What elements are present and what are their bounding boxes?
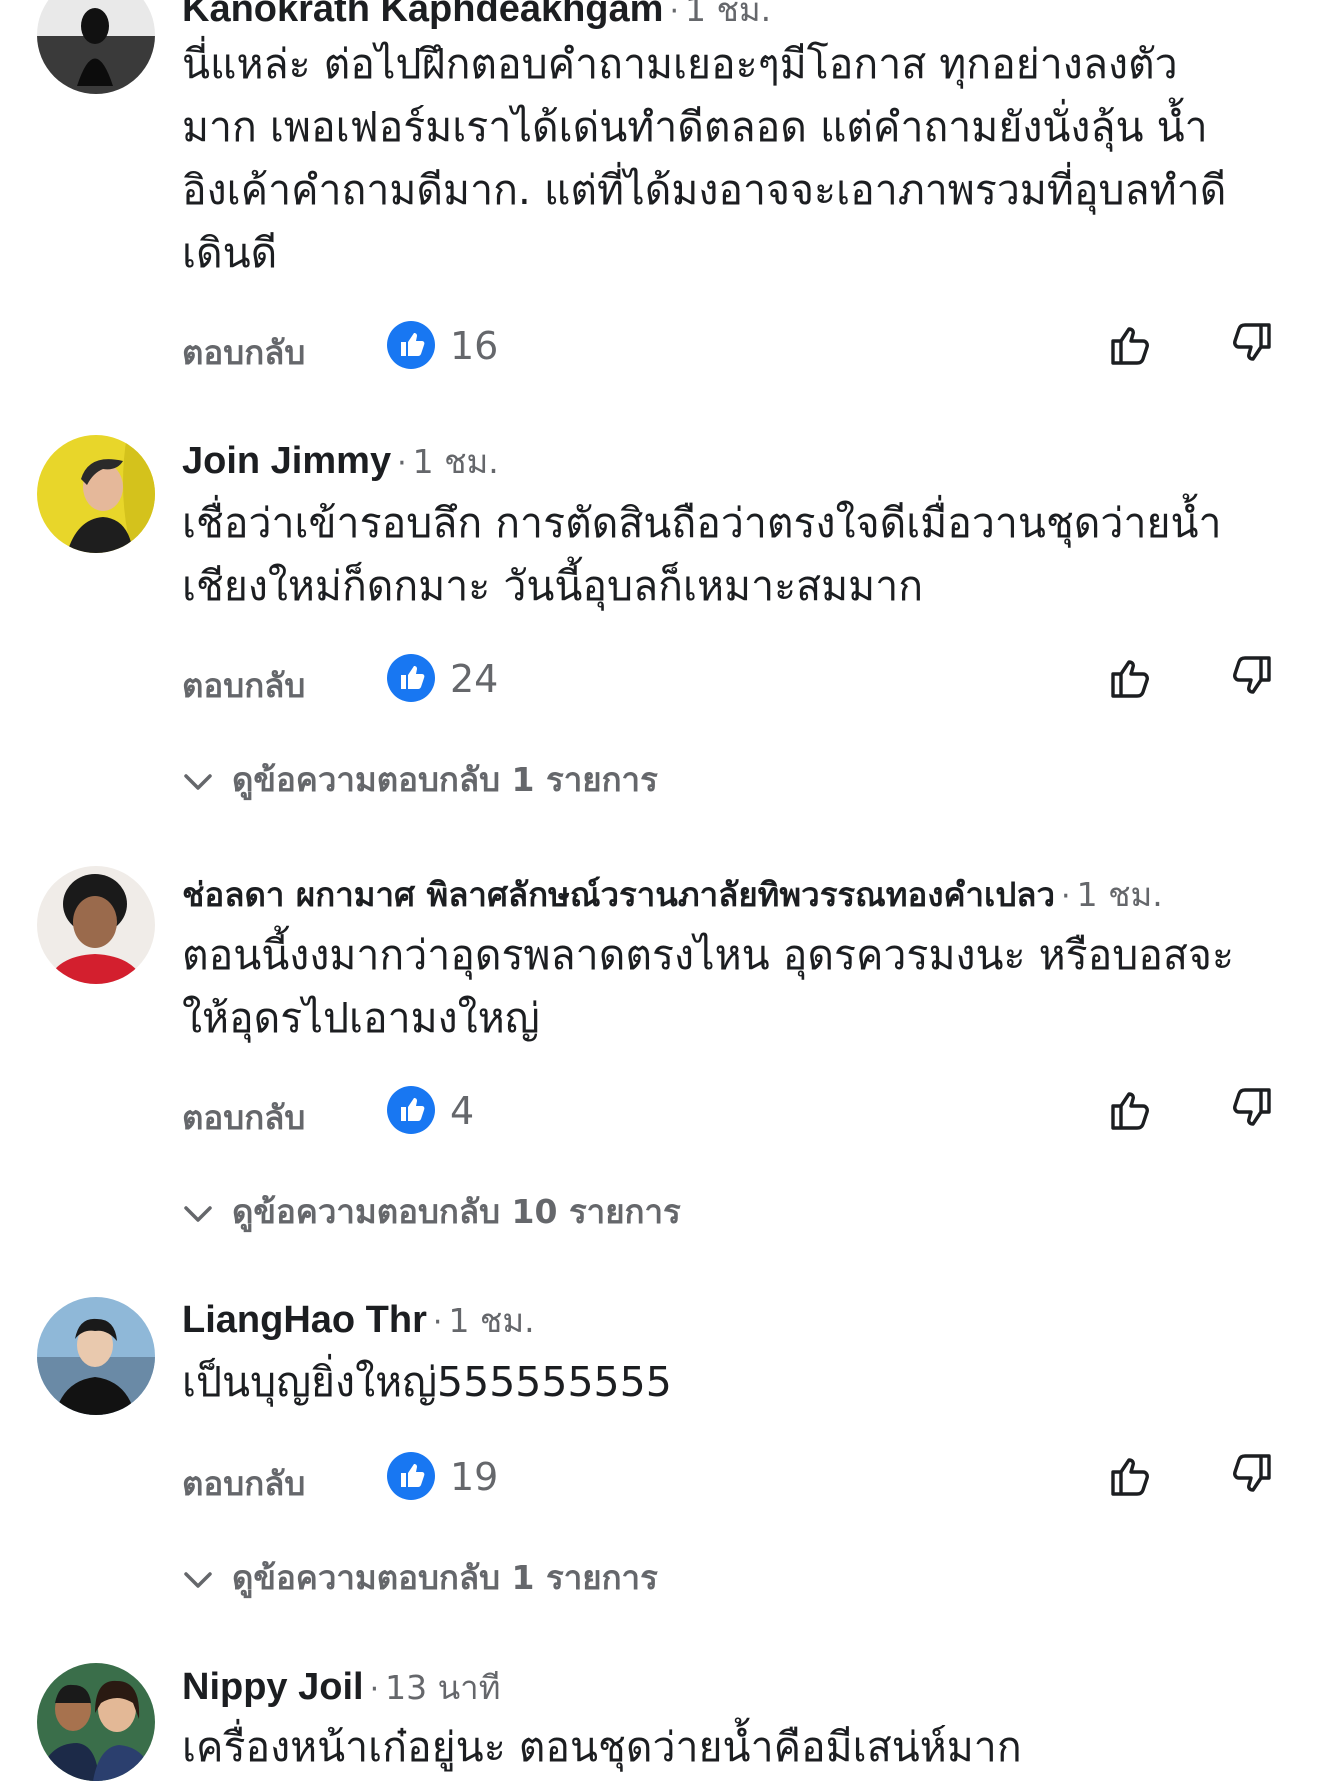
timestamp: 1 ชม. — [685, 0, 772, 29]
author-name[interactable]: Nippy Joil — [182, 1666, 364, 1708]
view-replies-button[interactable]: ดูข้อความตอบกลับ 1 รายการ — [182, 1551, 658, 1604]
avatar[interactable] — [37, 1297, 155, 1415]
separator-dot: · — [369, 1672, 380, 1707]
like-count: 24 — [450, 657, 499, 701]
like-badge-icon — [387, 1086, 435, 1134]
thumbs-up-icon[interactable] — [1105, 651, 1157, 703]
reply-button[interactable]: ตอบกลับ — [182, 1091, 305, 1144]
comment-meta: Join Jimmy · 1 ชม. — [182, 438, 499, 486]
thumbs-up-icon[interactable] — [1105, 1449, 1157, 1501]
avatar[interactable] — [37, 1663, 155, 1781]
reply-button[interactable]: ตอบกลับ — [182, 326, 305, 379]
view-replies-label: ดูข้อความตอบกลับ 1 รายการ — [232, 760, 658, 799]
timestamp: 13 นาที — [385, 1668, 501, 1707]
comment-text: เครื่องหน้าเก๋อยู่นะ ตอนชุดว่ายน้ำคือมีเ… — [182, 1723, 1022, 1771]
reply-button[interactable]: ตอบกลับ — [182, 659, 305, 712]
chevron-down-icon — [182, 1564, 214, 1596]
author-name[interactable]: Join Jimmy — [182, 440, 391, 482]
timestamp: 1 ชม. — [1076, 875, 1163, 914]
comment-text: เป็นบุญยิ่งใหญ่555555555 — [182, 1358, 672, 1406]
view-replies-button[interactable]: ดูข้อความตอบกลับ 10 รายการ — [182, 1185, 681, 1238]
comment-actions: ตอบกลับ 16 — [182, 318, 1292, 374]
thumbs-down-icon[interactable] — [1225, 318, 1277, 370]
view-replies-label: ดูข้อความตอบกลับ 10 รายการ — [232, 1192, 681, 1231]
comment-meta: Nippy Joil · 13 นาที — [182, 1664, 500, 1712]
thumbs-down-icon[interactable] — [1225, 651, 1277, 703]
like-badge-icon — [387, 1452, 435, 1500]
avatar[interactable] — [37, 0, 155, 94]
like-badge-icon — [387, 321, 435, 369]
comment-meta: LiangHao Thr · 1 ชม. — [182, 1297, 535, 1345]
chevron-down-icon — [182, 766, 214, 798]
comment-actions: ตอบกลับ 4 — [182, 1083, 1292, 1139]
author-name[interactable]: Kanokrath Kaphdeakhgam — [182, 0, 663, 30]
reply-button[interactable]: ตอบกลับ — [182, 1457, 305, 1510]
like-count: 19 — [450, 1455, 499, 1499]
comment-meta: ช่อลดา ผกามาศ พิลาศลักษณ์วรานภาลัยทิพวรร… — [182, 871, 1163, 919]
like-badge-icon — [387, 654, 435, 702]
separator-dot: · — [432, 1305, 443, 1340]
author-name[interactable]: LiangHao Thr — [182, 1299, 427, 1341]
comment-text: ตอนนี้งงมากว่าอุดรพลาดตรงไหน อุดรควรมงนะ… — [182, 931, 1234, 1042]
thumbs-up-icon[interactable] — [1105, 318, 1157, 370]
comment-meta: Kanokrath Kaphdeakhgam · 1 ชม. — [182, 0, 771, 34]
view-replies-label: ดูข้อความตอบกลับ 1 รายการ — [232, 1558, 658, 1597]
like-count: 16 — [450, 324, 499, 368]
like-count: 4 — [450, 1089, 475, 1133]
chevron-down-icon — [182, 1198, 214, 1230]
comment-actions: ตอบกลับ 24 — [182, 651, 1292, 707]
thumbs-down-icon[interactable] — [1225, 1449, 1277, 1501]
author-name[interactable]: ช่อลดา ผกามาศ พิลาศลักษณ์วรานภาลัยทิพวรร… — [182, 875, 1055, 914]
view-replies-button[interactable]: ดูข้อความตอบกลับ 1 รายการ — [182, 753, 658, 806]
avatar[interactable] — [37, 435, 155, 553]
thumbs-up-icon[interactable] — [1105, 1083, 1157, 1135]
thumbs-down-icon[interactable] — [1225, 1083, 1277, 1135]
timestamp: 1 ชม. — [412, 442, 499, 481]
avatar[interactable] — [37, 866, 155, 984]
separator-dot: · — [669, 0, 679, 29]
comment-actions: ตอบกลับ 19 — [182, 1449, 1292, 1505]
separator-dot: · — [1061, 879, 1071, 914]
comment-text: นี่แหล่ะ ต่อไปฝึกตอบคำถามเยอะๆมีโอกาส ทุ… — [182, 40, 1227, 277]
separator-dot: · — [397, 446, 407, 481]
timestamp: 1 ชม. — [448, 1301, 535, 1340]
comment-text: เชื่อว่าเข้ารอบลึก การตัดสินถือว่าตรงใจด… — [182, 499, 1222, 610]
